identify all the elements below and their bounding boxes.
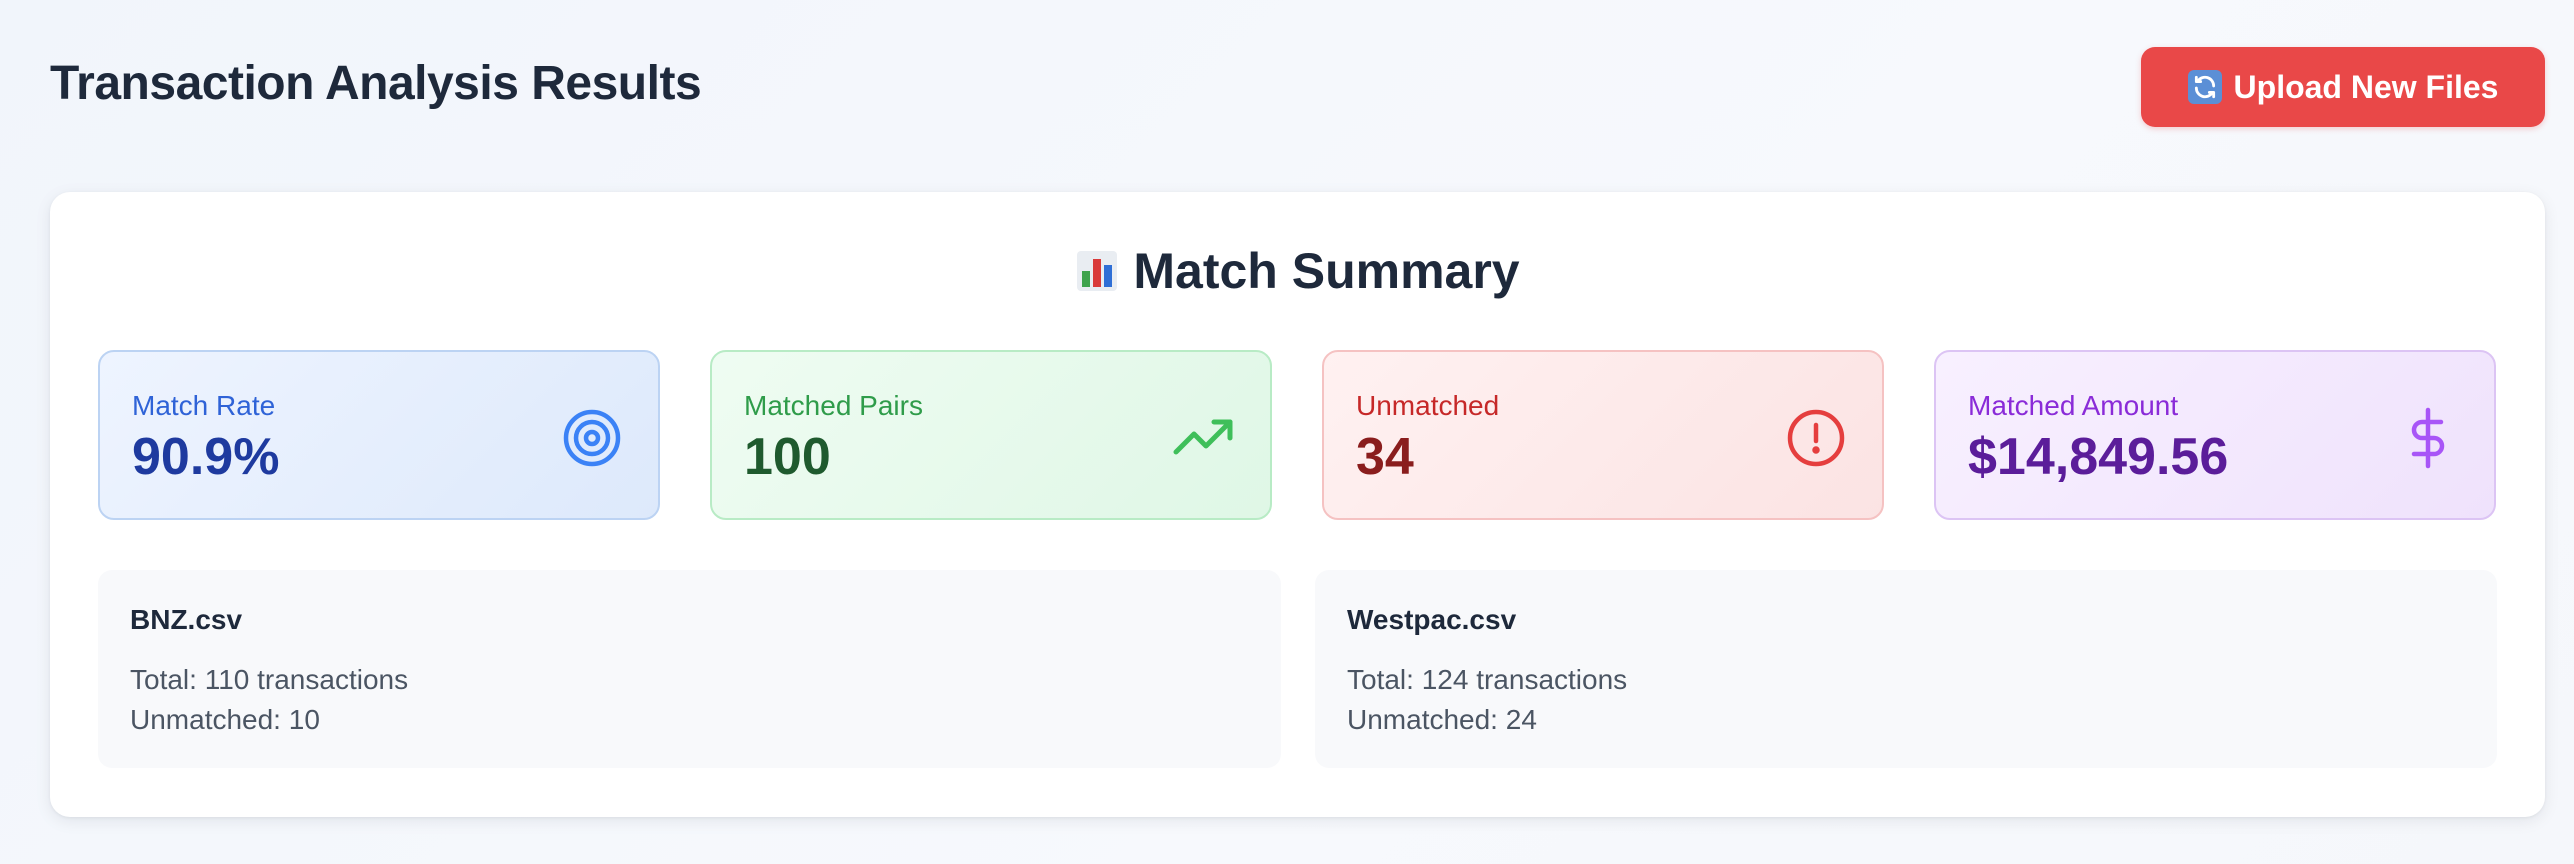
file-unmatched: Unmatched: 10 — [130, 704, 320, 735]
file-unmatched: Unmatched: 24 — [1347, 704, 1537, 735]
match-summary-card: Match Summary Match Rate 90.9% Matched P… — [50, 192, 2545, 817]
summary-heading: Match Summary — [50, 242, 2545, 300]
file-total: Total: 110 transactions — [130, 664, 409, 695]
stat-card-match-rate: Match Rate 90.9% — [98, 350, 660, 520]
stat-card-unmatched: Unmatched 34 — [1322, 350, 1884, 520]
trending-up-icon — [1173, 419, 1233, 455]
upload-button-label: Upload New Files — [2233, 68, 2499, 105]
stat-label: Matched Pairs — [744, 390, 923, 421]
stat-value: $14,849.56 — [1968, 428, 2229, 486]
refresh-icon — [2187, 70, 2222, 104]
stat-label: Match Rate — [132, 390, 276, 421]
stat-value: 90.9% — [132, 428, 280, 486]
stat-value: 34 — [1356, 428, 1414, 486]
stat-label: Matched Amount — [1968, 390, 2179, 421]
file-name: BNZ.csv — [130, 604, 243, 635]
stat-card-matched-pairs: Matched Pairs 100 — [710, 350, 1272, 520]
stat-label: Unmatched — [1356, 390, 1500, 421]
target-icon — [563, 409, 621, 467]
stat-card-matched-amount: Matched Amount $14,849.56 — [1934, 350, 2496, 520]
summary-title: Match Summary — [1133, 243, 1520, 299]
file-total: Total: 124 transactions — [1347, 664, 1628, 695]
alert-circle-icon — [1787, 409, 1845, 467]
stat-value: 100 — [744, 428, 831, 486]
file-name: Westpac.csv — [1347, 604, 1517, 635]
dollar-sign-icon — [2411, 407, 2445, 469]
file-panel-westpac: Westpac.csv Total: 124 transactions Unma… — [1315, 570, 2497, 768]
upload-new-files-button[interactable]: Upload New Files — [2141, 47, 2545, 127]
bar-chart-icon — [1077, 251, 1118, 291]
page-title: Transaction Analysis Results — [50, 57, 702, 110]
file-panel-bnz: BNZ.csv Total: 110 transactions Unmatche… — [98, 570, 1281, 768]
